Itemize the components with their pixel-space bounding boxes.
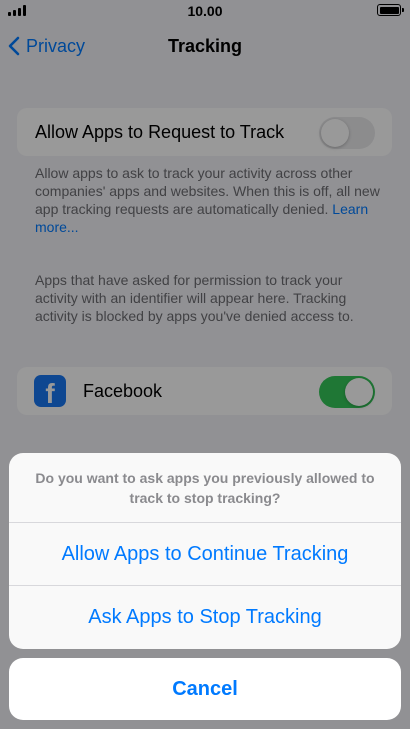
cancel-button[interactable]: Cancel	[9, 658, 401, 720]
tracking-screen: 10.00 Tracking Privacy Allow Apps to Req…	[0, 0, 410, 729]
allow-continue-tracking-button[interactable]: Allow Apps to Continue Tracking	[9, 523, 401, 586]
action-sheet-message: Do you want to ask apps you previously a…	[9, 453, 401, 523]
ask-stop-tracking-button[interactable]: Ask Apps to Stop Tracking	[9, 586, 401, 649]
action-sheet: Do you want to ask apps you previously a…	[9, 453, 401, 649]
